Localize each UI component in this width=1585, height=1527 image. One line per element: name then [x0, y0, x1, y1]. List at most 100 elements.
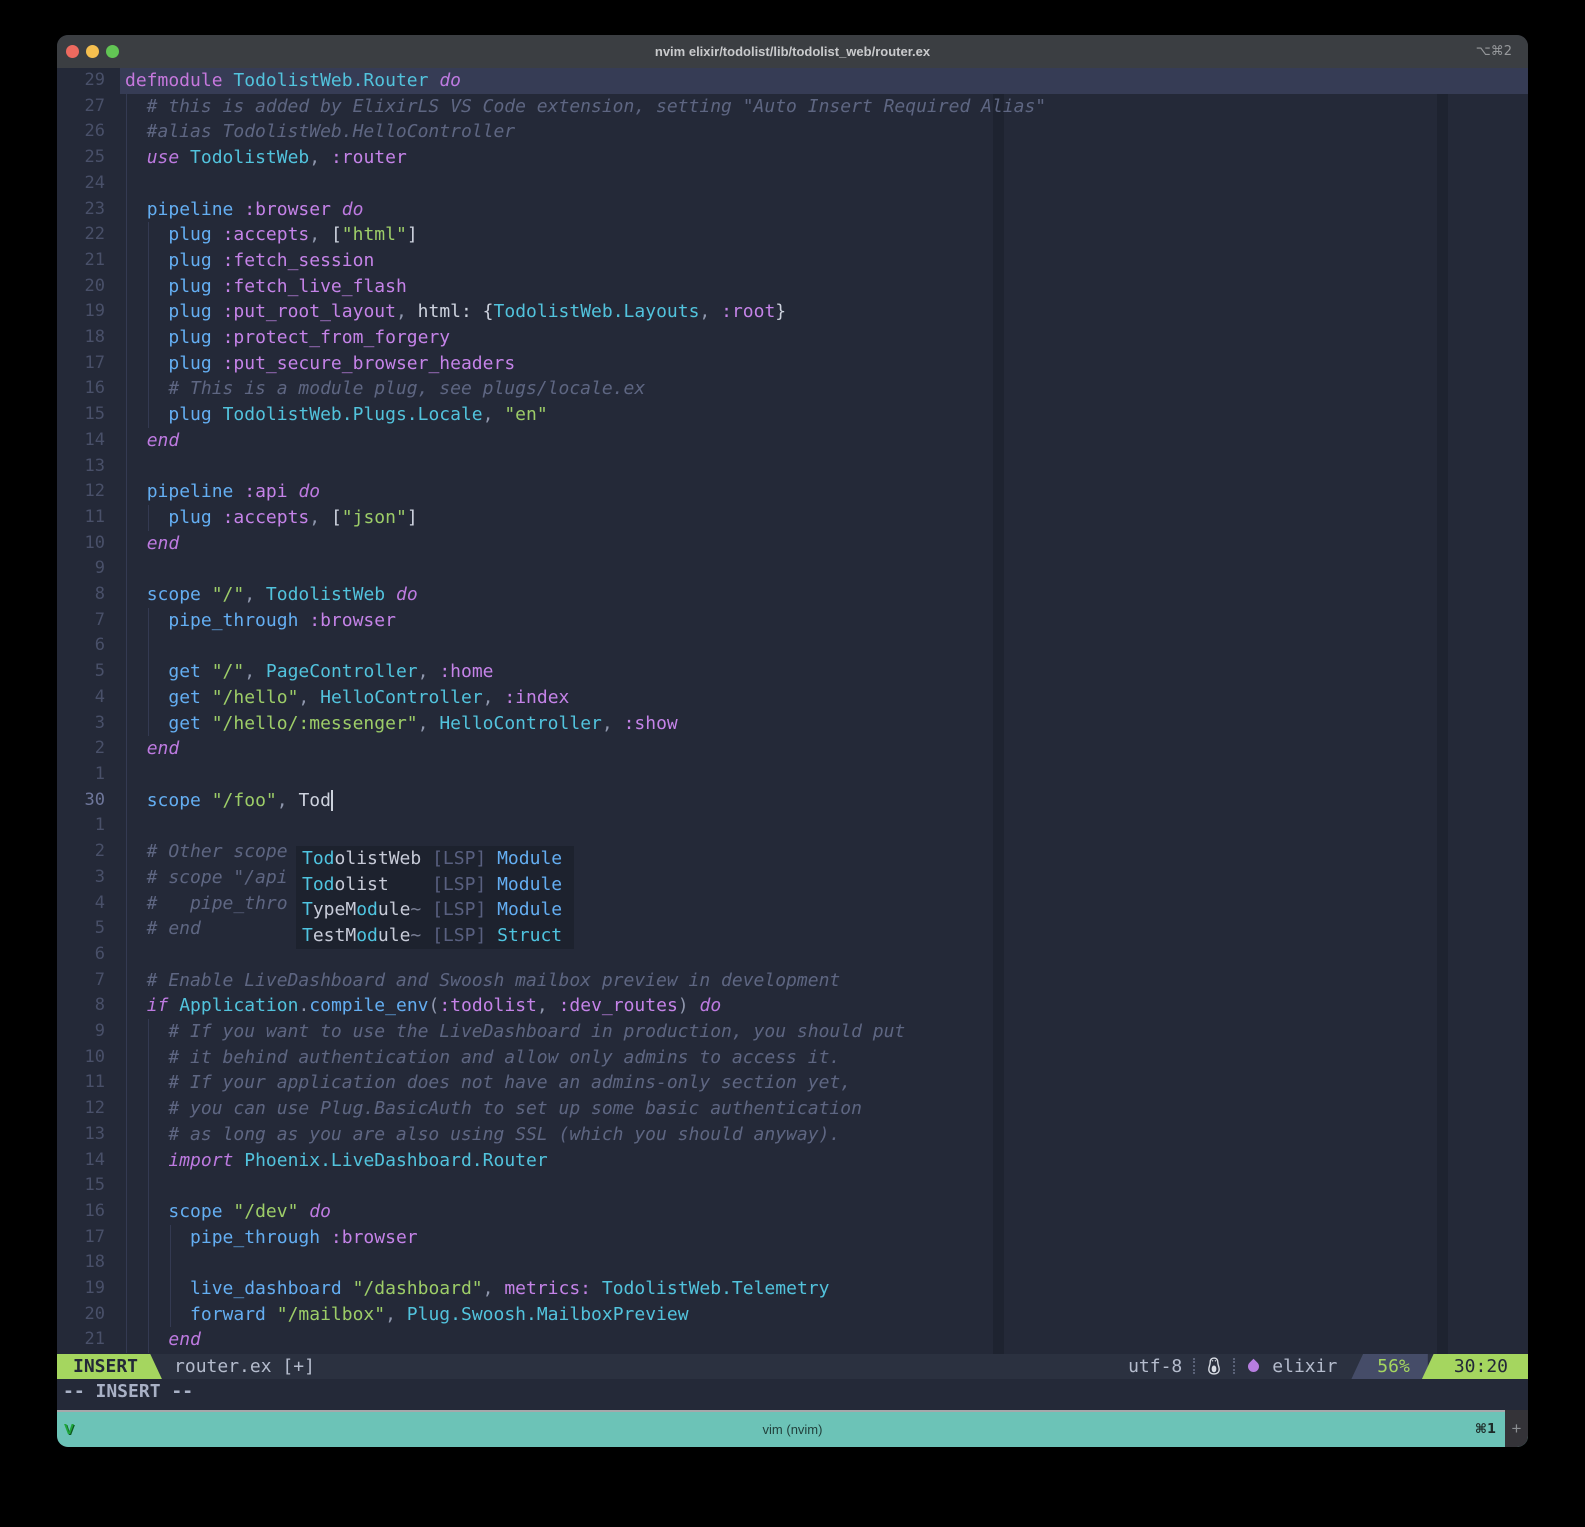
- code-line[interactable]: 12 pipeline :api do: [57, 479, 1528, 505]
- line-number: 5: [57, 916, 105, 942]
- completion-item[interactable]: TestModule~ [LSP] Struct: [296, 923, 574, 949]
- code-text: # you can use Plug.BasicAuth to set up s…: [125, 1096, 862, 1122]
- code-line[interactable]: 16 # This is a module plug, see plugs/lo…: [57, 376, 1528, 402]
- code-text: scope "/foo", Tod: [125, 788, 331, 814]
- completion-popup[interactable]: TodolistWeb [LSP] ModuleTodolist [LSP] M…: [296, 846, 574, 949]
- code-line[interactable]: 8 if Application.compile_env(:todolist, …: [57, 993, 1528, 1019]
- code-line[interactable]: 15: [57, 1173, 1528, 1199]
- code-text: # pipe_thro: [125, 891, 288, 917]
- code-line[interactable]: 5 # end: [57, 916, 1528, 942]
- code-line[interactable]: 3 # scope "/api: [57, 865, 1528, 891]
- code-line[interactable]: 12 # you can use Plug.BasicAuth to set u…: [57, 1096, 1528, 1122]
- code-text: live_dashboard "/dashboard", metrics: To…: [125, 1276, 829, 1302]
- line-number: 3: [57, 865, 105, 891]
- code-line[interactable]: 14 end: [57, 428, 1528, 454]
- scroll-percent: 56%: [1351, 1354, 1428, 1380]
- code-line[interactable]: 15 plug TodolistWeb.Plugs.Locale, "en": [57, 402, 1528, 428]
- code-line[interactable]: 27 # this is added by ElixirLS VS Code e…: [57, 94, 1528, 120]
- vim-cmdline-mode-text: -- INSERT --: [57, 1379, 1528, 1405]
- code-line[interactable]: 17 pipe_through :browser: [57, 1225, 1528, 1251]
- line-number: 9: [57, 556, 105, 582]
- completion-item[interactable]: TypeModule~ [LSP] Module: [296, 897, 574, 923]
- code-line[interactable]: 25 use TodolistWeb, :router: [57, 145, 1528, 171]
- code-line[interactable]: 11 # If your application does not have a…: [57, 1070, 1528, 1096]
- terminal-tab-bar[interactable]: V vim (nvim) ⌘1 +: [57, 1410, 1528, 1447]
- window-hotkey-hint: ⌥⌘2: [1476, 35, 1512, 68]
- line-number: 18: [57, 1250, 105, 1276]
- terminal-window: nvim elixir/todolist/lib/todolist_web/ro…: [57, 35, 1528, 1447]
- code-line[interactable]: 4 get "/hello", HelloController, :index: [57, 685, 1528, 711]
- statusline-filetype: elixir: [1272, 1354, 1337, 1380]
- code-line[interactable]: 19 plug :put_root_layout, html: {Todolis…: [57, 299, 1528, 325]
- code-line[interactable]: 2 end: [57, 736, 1528, 762]
- code-line[interactable]: 8 scope "/", TodolistWeb do: [57, 582, 1528, 608]
- code-line[interactable]: 13 # as long as you are also using SSL (…: [57, 1122, 1528, 1148]
- code-line[interactable]: 16 scope "/dev" do: [57, 1199, 1528, 1225]
- code-line[interactable]: 14 import Phoenix.LiveDashboard.Router: [57, 1148, 1528, 1174]
- editor-buffer[interactable]: 29defmodule TodolistWeb.Router do27 # th…: [57, 68, 1528, 1354]
- line-number: 7: [57, 608, 105, 634]
- code-text: pipe_through :browser: [125, 1225, 418, 1251]
- code-line[interactable]: 11 plug :accepts, ["json"]: [57, 505, 1528, 531]
- code-text: pipeline :api do: [125, 479, 320, 505]
- code-line[interactable]: 29defmodule TodolistWeb.Router do: [57, 68, 1528, 94]
- code-line[interactable]: 7 pipe_through :browser: [57, 608, 1528, 634]
- completion-item[interactable]: TodolistWeb [LSP] Module: [296, 846, 574, 872]
- code-line[interactable]: 2 # Other scope: [57, 839, 1528, 865]
- code-text: get "/hello/:messenger", HelloController…: [125, 711, 678, 737]
- dotted-separator-icon: [1193, 1358, 1195, 1374]
- line-number: 22: [57, 222, 105, 248]
- code-line[interactable]: 22 plug :accepts, ["html"]: [57, 222, 1528, 248]
- code-line[interactable]: 10 # it behind authentication and allow …: [57, 1045, 1528, 1071]
- code-line[interactable]: 3 get "/hello/:messenger", HelloControll…: [57, 711, 1528, 737]
- code-line[interactable]: 6: [57, 942, 1528, 968]
- code-line[interactable]: 20 plug :fetch_live_flash: [57, 274, 1528, 300]
- code-line[interactable]: 1: [57, 813, 1528, 839]
- line-number: 19: [57, 299, 105, 325]
- linux-penguin-icon: [1206, 1357, 1222, 1375]
- code-text: # If you want to use the LiveDashboard i…: [125, 1019, 905, 1045]
- line-number: 4: [57, 891, 105, 917]
- tab-hotkey-hint: ⌘1: [1475, 1422, 1496, 1437]
- code-text: get "/", PageController, :home: [125, 659, 494, 685]
- line-number: 12: [57, 479, 105, 505]
- line-number: 29: [57, 68, 105, 94]
- completion-item[interactable]: Todolist [LSP] Module: [296, 872, 574, 898]
- code-line[interactable]: 5 get "/", PageController, :home: [57, 659, 1528, 685]
- code-line[interactable]: 18 plug :protect_from_forgery: [57, 325, 1528, 351]
- code-line[interactable]: 23 pipeline :browser do: [57, 197, 1528, 223]
- line-number: 14: [57, 1148, 105, 1174]
- line-number: 16: [57, 1199, 105, 1225]
- line-number: 1: [57, 813, 105, 839]
- line-number: 17: [57, 1225, 105, 1251]
- code-line[interactable]: 20 forward "/mailbox", Plug.Swoosh.Mailb…: [57, 1302, 1528, 1328]
- line-number: 14: [57, 428, 105, 454]
- code-line[interactable]: 6: [57, 633, 1528, 659]
- code-line[interactable]: 26 #alias TodolistWeb.HelloController: [57, 119, 1528, 145]
- line-number: 8: [57, 582, 105, 608]
- code-line[interactable]: 19 live_dashboard "/dashboard", metrics:…: [57, 1276, 1528, 1302]
- new-tab-button[interactable]: +: [1505, 1410, 1528, 1447]
- code-line[interactable]: 30 scope "/foo", Tod: [57, 788, 1528, 814]
- cursor-position: 30:20: [1422, 1354, 1528, 1380]
- line-number: 20: [57, 1302, 105, 1328]
- code-line[interactable]: 9 # If you want to use the LiveDashboard…: [57, 1019, 1528, 1045]
- code-line[interactable]: 24: [57, 171, 1528, 197]
- code-line[interactable]: 1: [57, 762, 1528, 788]
- indent-guide: [126, 1173, 127, 1199]
- code-line[interactable]: 4 # pipe_thro: [57, 891, 1528, 917]
- code-line[interactable]: 13: [57, 454, 1528, 480]
- code-line[interactable]: 7 # Enable LiveDashboard and Swoosh mail…: [57, 968, 1528, 994]
- code-line[interactable]: 9: [57, 556, 1528, 582]
- code-line[interactable]: 17 plug :put_secure_browser_headers: [57, 351, 1528, 377]
- code-line[interactable]: 21 end: [57, 1327, 1528, 1353]
- code-line[interactable]: 10 end: [57, 531, 1528, 557]
- line-number: 2: [57, 839, 105, 865]
- code-text: plug :put_root_layout, html: {TodolistWe…: [125, 299, 786, 325]
- code-text: # as long as you are also using SSL (whi…: [125, 1122, 840, 1148]
- line-number: 26: [57, 119, 105, 145]
- tab-title[interactable]: vim (nvim): [57, 1422, 1528, 1437]
- indent-guide: [126, 762, 127, 788]
- code-line[interactable]: 21 plug :fetch_session: [57, 248, 1528, 274]
- code-line[interactable]: 18: [57, 1250, 1528, 1276]
